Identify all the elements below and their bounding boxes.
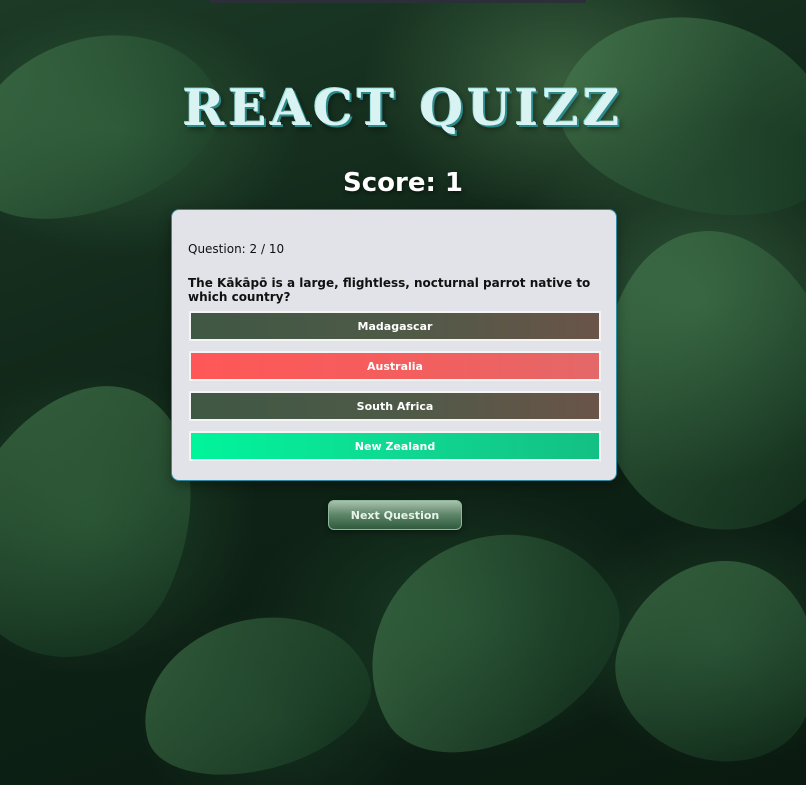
next-question-button[interactable]: Next Question <box>328 500 462 530</box>
score-label: Score: 1 <box>343 168 463 198</box>
answer-button-new-zealand[interactable]: New Zealand <box>189 431 601 461</box>
background-leaf <box>591 531 806 785</box>
background-leaf <box>124 592 386 785</box>
question-text: The Kākāpō is a large, flightless, noctu… <box>188 276 591 304</box>
background-leaf <box>327 488 653 785</box>
answer-button-south-africa[interactable]: South Africa <box>189 391 601 421</box>
answer-button-australia[interactable]: Australia <box>189 351 601 381</box>
app-title: REACT QUIZZ <box>182 78 624 137</box>
question-number: Question: 2 / 10 <box>188 242 285 256</box>
question-card: Question: 2 / 10 The Kākāpō is a large, … <box>171 209 617 481</box>
answer-button-madagascar[interactable]: Madagascar <box>189 311 601 341</box>
top-bar <box>210 0 586 3</box>
